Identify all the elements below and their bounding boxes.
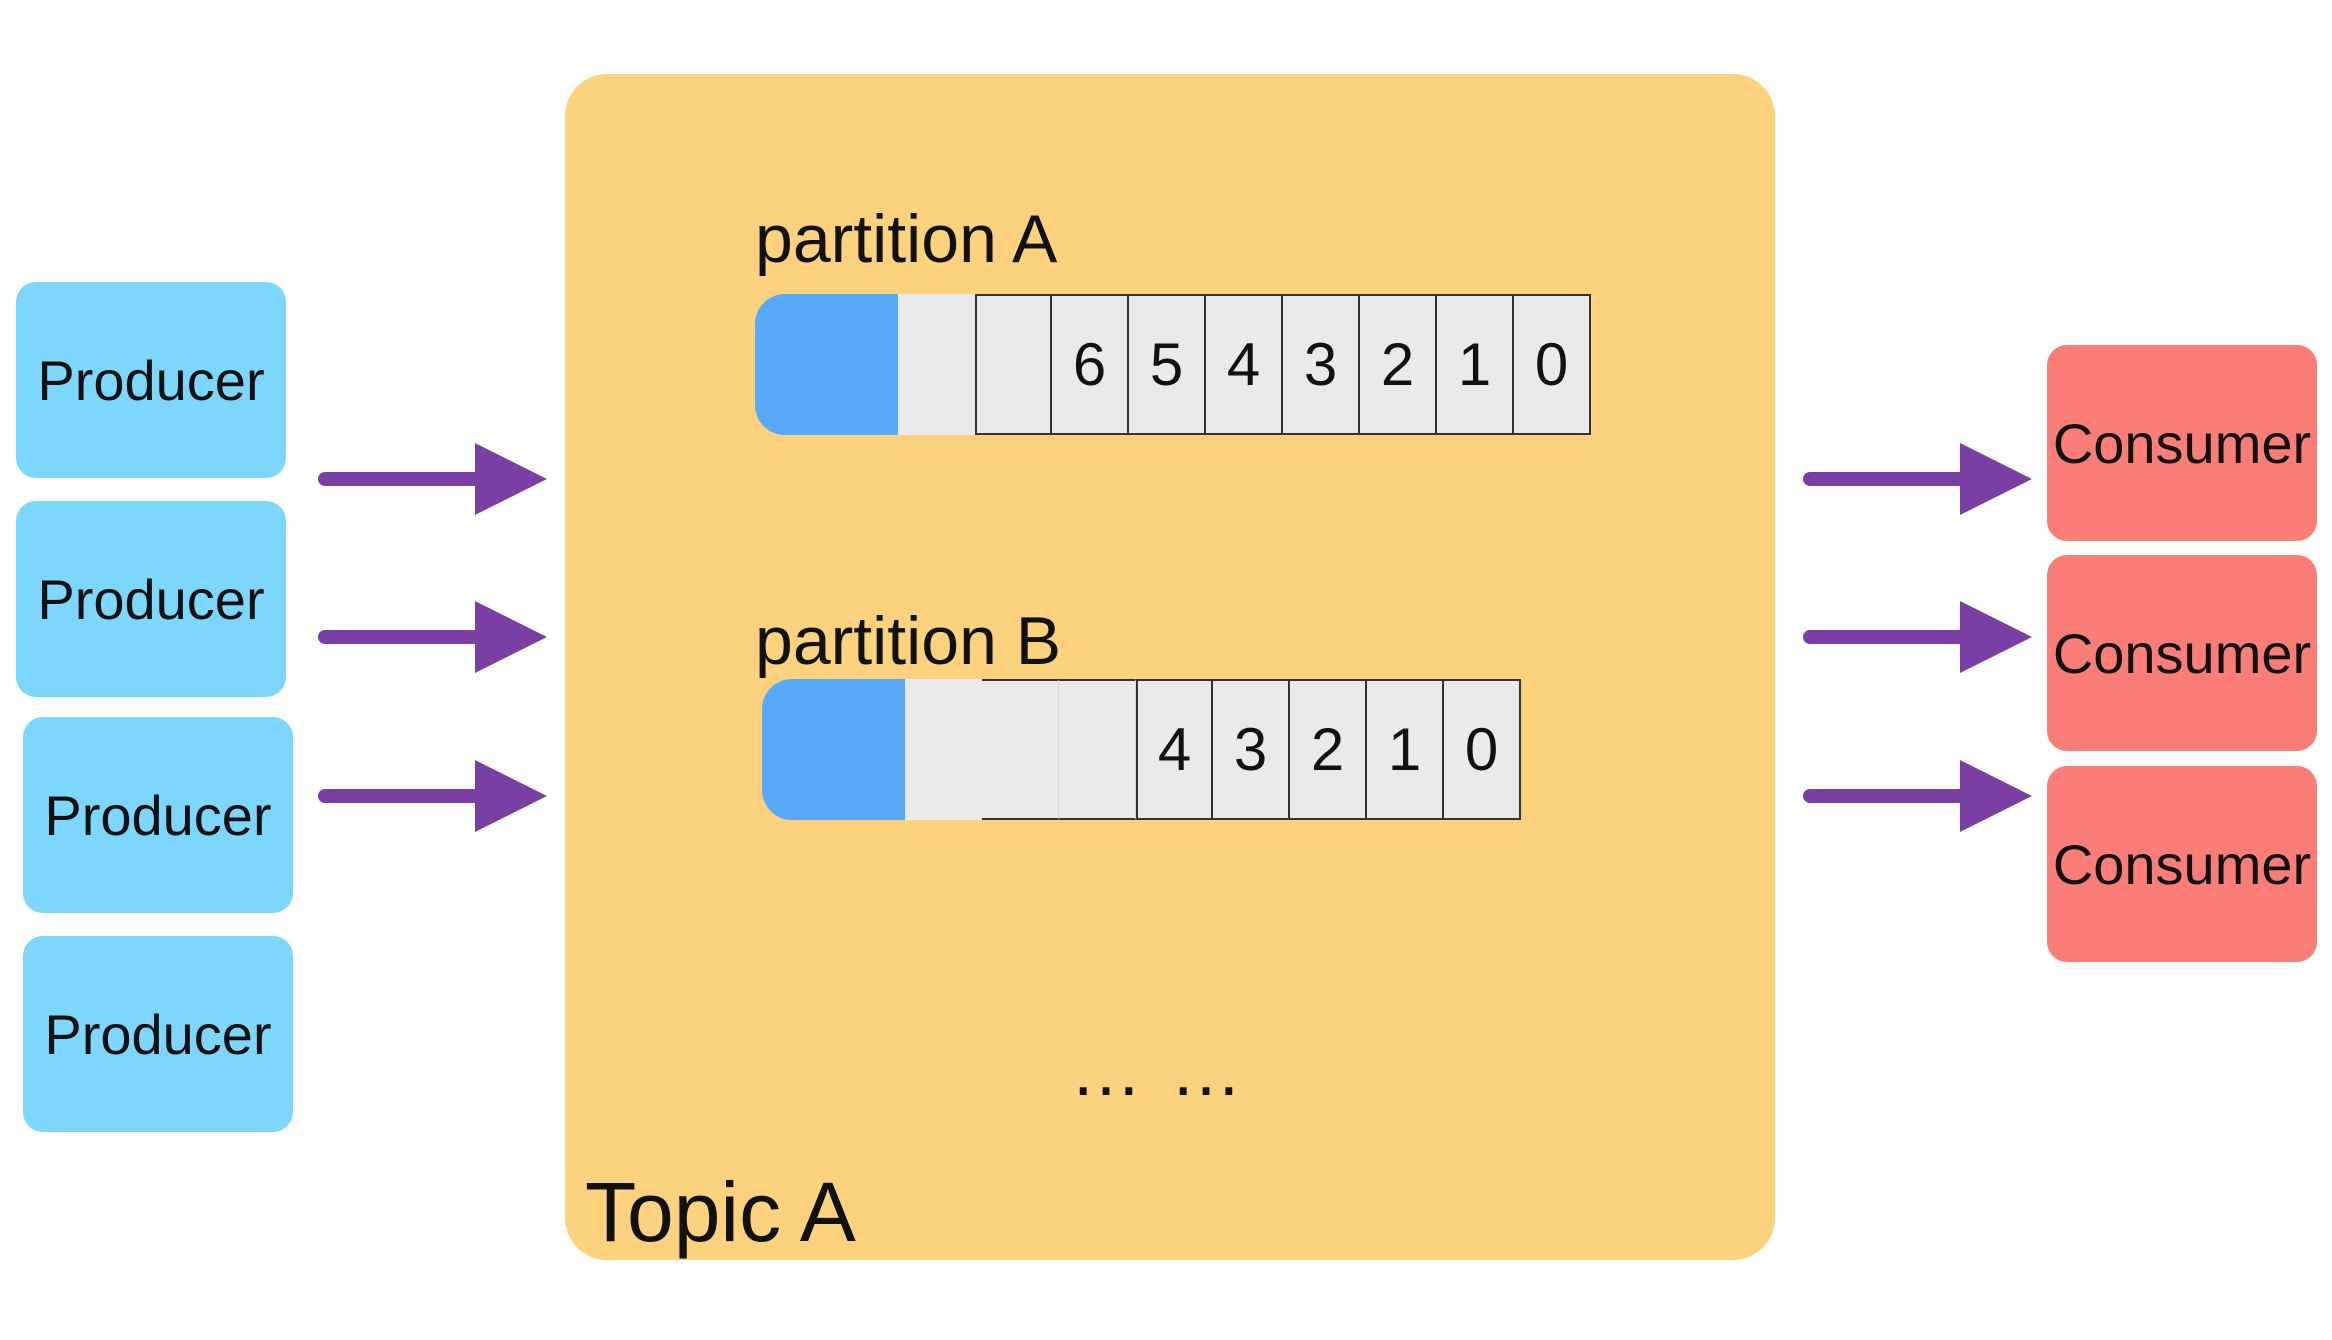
consumer-arrow-icon — [1810, 760, 2032, 832]
consumer-arrow-icon — [1810, 601, 2032, 673]
flow-arrows — [0, 0, 2332, 1340]
producer-arrow-icon — [325, 443, 547, 515]
consumer-arrow-icon — [1810, 443, 2032, 515]
producer-arrow-icon — [325, 601, 547, 673]
producer-arrow-icon — [325, 760, 547, 832]
